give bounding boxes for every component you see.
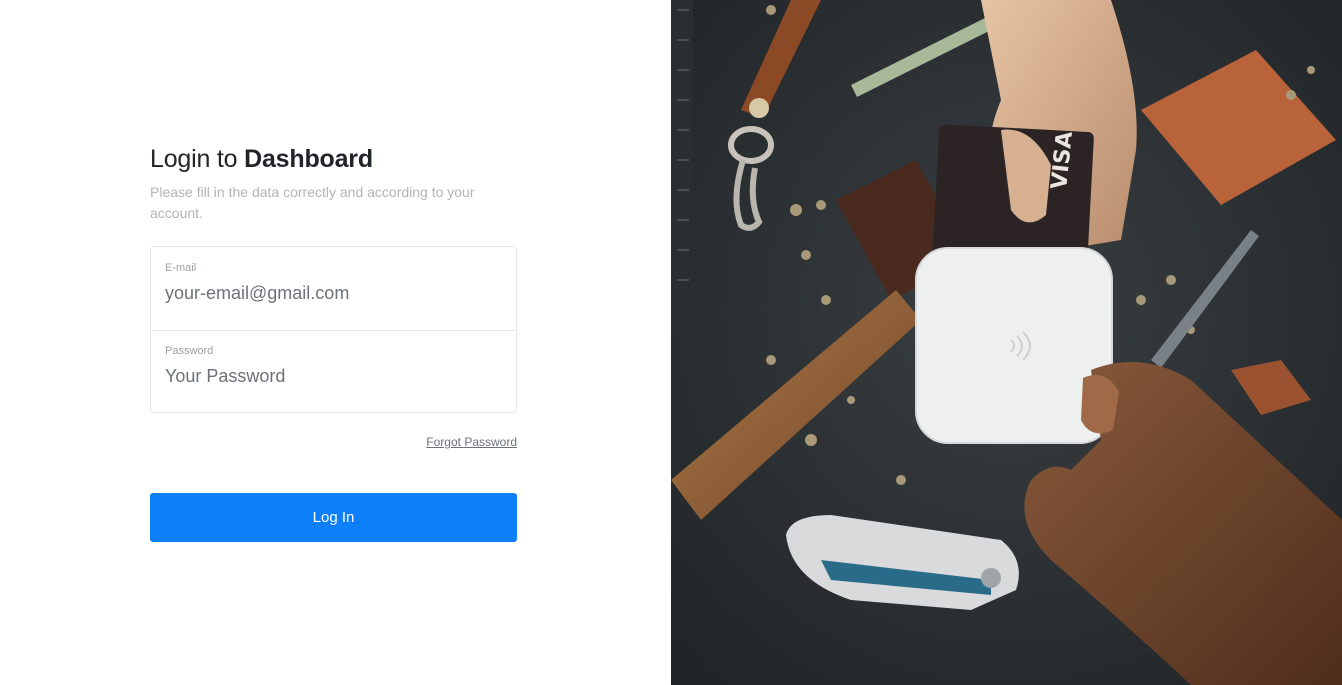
hero-panel: VISA (671, 0, 1342, 685)
password-label: Password (165, 345, 214, 357)
page-title: Login to Dashboard (150, 143, 517, 175)
password-input[interactable] (165, 364, 502, 388)
login-button[interactable]: Log In (150, 493, 517, 542)
login-subtitle: Please fill in the data correctly and ac… (150, 184, 475, 221)
email-input[interactable] (165, 281, 502, 305)
login-form: Login to Dashboard Please fill in the da… (150, 143, 517, 542)
forgot-row: Forgot Password (150, 433, 517, 449)
forgot-password-link[interactable]: Forgot Password (426, 435, 517, 449)
password-field-group: Password (151, 330, 516, 412)
title-prefix: Login to (150, 145, 245, 173)
title-strong: Dashboard (244, 145, 373, 173)
login-panel: Login to Dashboard Please fill in the da… (0, 0, 671, 685)
email-field-group: E-mail (151, 247, 516, 330)
card-payment-photo-icon: VISA (671, 0, 1342, 685)
email-label: E-mail (165, 262, 197, 274)
credentials-box: E-mail Password (150, 246, 517, 413)
